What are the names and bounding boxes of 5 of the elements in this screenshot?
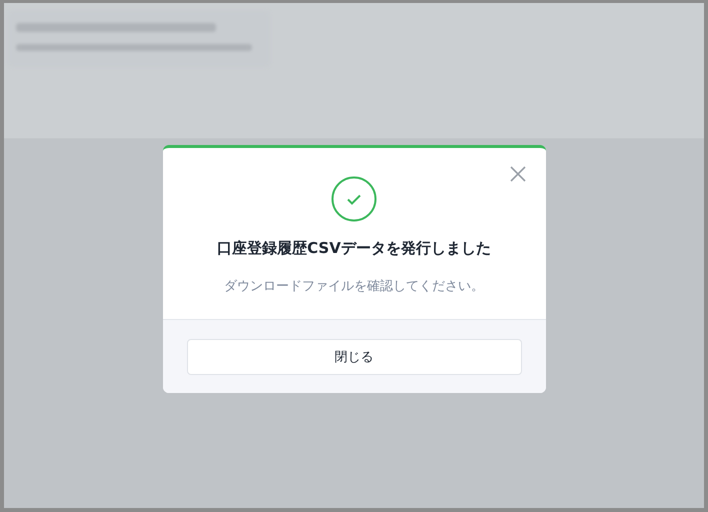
close-icon[interactable] bbox=[510, 166, 526, 182]
check-circle-icon bbox=[331, 176, 377, 222]
dialog-title: 口座登録履歴CSVデータを発行しました bbox=[217, 239, 491, 258]
dialog-message: ダウンロードファイルを確認してください。 bbox=[224, 278, 484, 295]
close-button[interactable]: 閉じる bbox=[186, 339, 522, 375]
